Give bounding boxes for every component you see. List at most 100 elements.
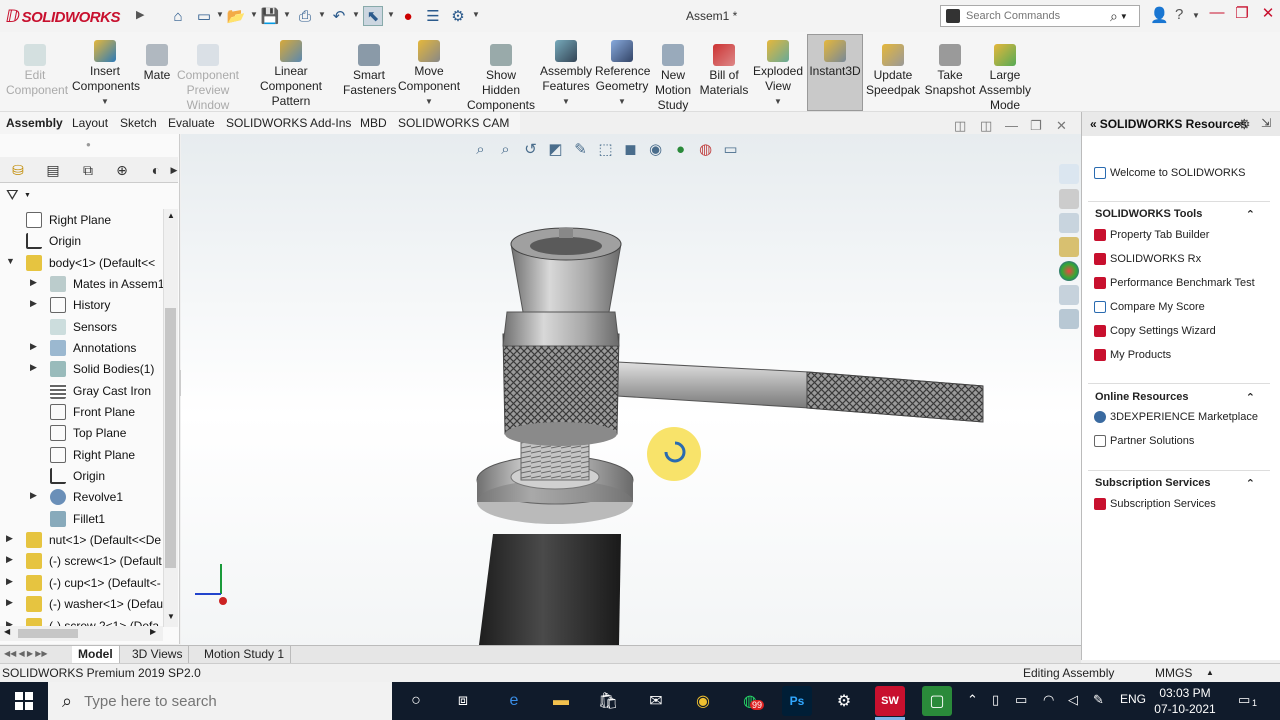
- resources-tab-icon[interactable]: [1059, 164, 1079, 184]
- display-manager-icon[interactable]: ◐: [146, 161, 166, 179]
- user-icon[interactable]: 👤: [1150, 6, 1169, 24]
- tree-item-origin-2[interactable]: Origin: [50, 465, 105, 486]
- chevron-down-icon[interactable]: ▼: [752, 94, 804, 109]
- tree-item-screw[interactable]: ▶ (-) screw<1> (Default: [6, 550, 162, 571]
- restore-icon[interactable]: ❐: [1231, 4, 1253, 22]
- expand-arrow-icon[interactable]: ▶: [6, 554, 13, 565]
- tree-item-body[interactable]: ▼ body<1> (Default<<: [6, 252, 155, 273]
- solidworks-taskbar-icon[interactable]: SW: [875, 686, 905, 716]
- tab-cam[interactable]: SOLIDWORKS CAM: [398, 116, 509, 130]
- search-commands-box[interactable]: ⌕ ▼: [940, 5, 1140, 27]
- graphics-viewport[interactable]: [181, 134, 1081, 645]
- expand-arrow-icon[interactable]: ▶: [6, 597, 13, 608]
- tab-motion-study[interactable]: Motion Study 1: [198, 646, 292, 664]
- taskbar-search-input[interactable]: [84, 692, 365, 710]
- new-document-icon[interactable]: ▭: [194, 6, 214, 26]
- tree-scroll-thumb[interactable]: [165, 308, 176, 568]
- design-library-icon[interactable]: [1059, 189, 1079, 209]
- menu-expand-icon[interactable]: ▶: [136, 8, 144, 21]
- expand-arrow-icon[interactable]: ▶: [30, 490, 37, 501]
- online-item[interactable]: 3DEXPERIENCE Marketplace: [1094, 408, 1258, 426]
- subscription-section-header[interactable]: Subscription Services ⌃: [1095, 477, 1255, 490]
- minimize-icon[interactable]: —: [1206, 4, 1228, 21]
- tree-item-annotations[interactable]: ▶ Annotations: [30, 337, 136, 358]
- apply-scene-icon[interactable]: ◍: [693, 138, 718, 160]
- subscription-item[interactable]: Subscription Services: [1094, 495, 1216, 513]
- configuration-manager-icon[interactable]: ⧉: [78, 161, 98, 179]
- exploded-view-button[interactable]: Exploded View ▼: [752, 40, 804, 109]
- hide-show-items-icon[interactable]: ◉: [643, 138, 668, 160]
- scroll-right-icon[interactable]: ▶: [150, 627, 156, 636]
- tab-assembly[interactable]: Assembly: [6, 116, 63, 130]
- move-component-button[interactable]: Move Component ▼: [398, 40, 460, 109]
- tab-3d-views[interactable]: 3D Views: [126, 646, 190, 664]
- chevron-down-icon[interactable]: ▼: [540, 94, 592, 109]
- online-section-header[interactable]: Online Resources ⌃: [1095, 391, 1255, 404]
- tools-section-header[interactable]: SOLIDWORKS Tools ⌃: [1095, 208, 1255, 221]
- search-icon[interactable]: ⌕: [1110, 8, 1118, 25]
- edit-component-button[interactable]: Edit Component: [6, 44, 68, 98]
- task-pane-settings-icon[interactable]: ⚙: [1238, 116, 1251, 133]
- new-motion-study-button[interactable]: New Motion Study: [653, 44, 693, 113]
- collapse-arrow-icon[interactable]: ▼: [6, 256, 15, 266]
- store-icon[interactable]: 🛍: [593, 686, 623, 716]
- take-snapshot-button[interactable]: Take Snapshot: [924, 44, 976, 98]
- tray-expand-icon[interactable]: ⌃: [967, 692, 978, 708]
- mate-button[interactable]: Mate: [140, 44, 174, 83]
- home-icon[interactable]: ⌂: [168, 6, 188, 26]
- dimxpert-icon[interactable]: ⊕: [112, 161, 132, 179]
- chevron-down-icon[interactable]: ▼: [595, 94, 649, 109]
- chevron-down-icon[interactable]: ▼: [472, 10, 480, 19]
- tree-item-right-plane[interactable]: Right Plane: [26, 209, 111, 230]
- usb-icon[interactable]: ▯: [992, 692, 999, 708]
- tab-mbd[interactable]: MBD: [360, 116, 387, 130]
- expand-arrow-icon[interactable]: ▶: [6, 576, 13, 587]
- tools-item[interactable]: My Products: [1094, 346, 1171, 364]
- chevron-down-icon[interactable]: ▼: [216, 10, 224, 19]
- chevron-down-icon[interactable]: ▼: [1120, 12, 1128, 21]
- task-pane-pin-icon[interactable]: ⇲: [1261, 116, 1271, 130]
- solidworks-logo[interactable]: ⅅ SOLIDWORKS: [6, 6, 120, 28]
- mail-icon[interactable]: ✉: [641, 686, 671, 716]
- zoom-to-fit-icon[interactable]: ⌕: [468, 138, 493, 160]
- tools-item[interactable]: Copy Settings Wizard: [1094, 322, 1216, 340]
- open-icon[interactable]: 📂: [226, 6, 246, 26]
- language-indicator[interactable]: ENG: [1120, 692, 1146, 706]
- split-horizontal-icon[interactable]: ◫: [980, 118, 992, 134]
- chevron-down-icon[interactable]: ▼: [250, 10, 258, 19]
- property-manager-icon[interactable]: ▤: [43, 161, 63, 179]
- save-icon[interactable]: 💾: [260, 6, 280, 26]
- notification-icon[interactable]: ▭: [1238, 692, 1250, 708]
- tree-item-origin[interactable]: Origin: [26, 230, 81, 251]
- view-palette-icon[interactable]: [1059, 237, 1079, 257]
- online-item[interactable]: Partner Solutions: [1094, 432, 1194, 450]
- component-preview-window-button[interactable]: Component Preview Window: [176, 44, 240, 113]
- tree-item-right-plane-2[interactable]: Right Plane: [50, 444, 135, 465]
- search-input[interactable]: [966, 10, 1106, 22]
- chevron-up-icon[interactable]: ▲: [1206, 668, 1214, 677]
- appearances-icon[interactable]: [1059, 261, 1079, 281]
- print-icon[interactable]: ⎙: [295, 6, 315, 26]
- options-gear-icon[interactable]: ⚙: [448, 6, 468, 26]
- edit-appearance-icon[interactable]: ●: [668, 138, 693, 160]
- settings-icon[interactable]: ⚙: [829, 686, 859, 716]
- large-assembly-mode-button[interactable]: Large Assembly Mode: [978, 44, 1032, 113]
- photoshop-icon[interactable]: Ps: [782, 686, 812, 716]
- tree-item-mates[interactable]: ▶ Mates in Assem1: [30, 273, 164, 294]
- task-view-icon[interactable]: ⧈: [448, 686, 478, 716]
- tree-item-nut[interactable]: ▶ nut<1> (Default<<De: [6, 529, 161, 550]
- welcome-link[interactable]: Welcome to SOLIDWORKS: [1094, 164, 1246, 182]
- tools-item[interactable]: Compare My Score: [1094, 298, 1205, 316]
- green-app-icon[interactable]: ▢: [922, 686, 952, 716]
- collapse-icon[interactable]: ⌃: [1246, 208, 1255, 221]
- double-chevron-icon[interactable]: «: [1090, 117, 1097, 131]
- expand-arrow-icon[interactable]: ▶: [6, 533, 13, 544]
- tab-sketch[interactable]: Sketch: [120, 116, 157, 130]
- start-button[interactable]: [0, 682, 48, 720]
- feature-tree-icon[interactable]: ⛁: [8, 161, 28, 179]
- chevron-down-icon[interactable]: ▼: [387, 10, 395, 19]
- tree-item-fillet1[interactable]: Fillet1: [50, 508, 105, 529]
- chevron-down-icon[interactable]: ▼: [24, 192, 31, 199]
- viewport-close-icon[interactable]: ✕: [1056, 118, 1067, 134]
- units-text[interactable]: MMGS: [1155, 666, 1192, 680]
